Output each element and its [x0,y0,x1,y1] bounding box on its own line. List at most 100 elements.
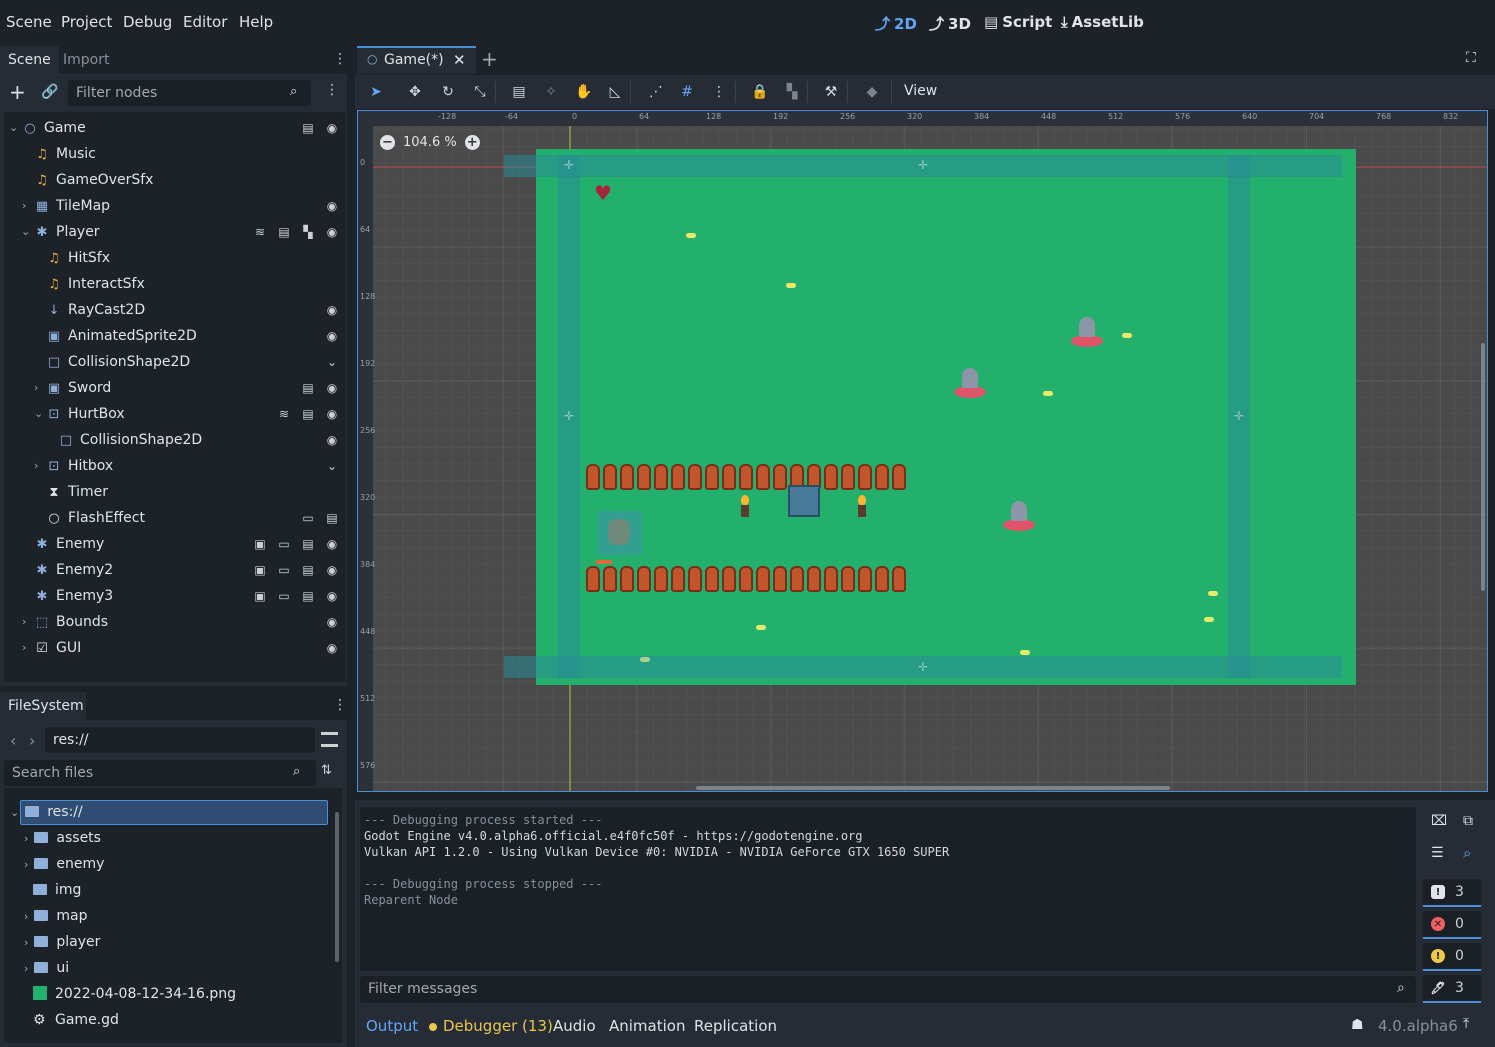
script-icon[interactable]: ▤ [300,120,316,136]
file-row-res[interactable]: ⌄ res:// [10,799,83,825]
script-icon[interactable]: ▤ [300,380,316,396]
add-scene-tab-icon[interactable]: + [481,47,498,71]
tree-node-enemy3[interactable]: ✱ Enemy3 ▣ ▭ ▤ ◉ [34,583,340,609]
bone-icon[interactable]: ⚒ [822,83,840,101]
vertical-scrollbar[interactable] [1481,343,1485,591]
tab-filesystem[interactable]: FileSystem [0,692,86,720]
tree-node-animatedsprite2d[interactable]: ▣ AnimatedSprite2D ◉ [46,323,340,349]
horizontal-scrollbar[interactable] [696,786,1170,790]
tree-node-bounds[interactable]: › ⬚ Bounds ◉ [4,609,340,635]
split-mode-icon[interactable] [321,732,338,747]
list-select-icon[interactable]: ▤ [510,83,528,101]
scene-menu-icon[interactable]: ⋮ [325,82,339,98]
collapse-duplicates-icon[interactable]: ☰ [1431,845,1444,861]
file-row-png[interactable]: 2022-04-08-12-34-16.png [33,981,236,1007]
clapper-icon[interactable]: ▭ [276,588,292,604]
close-icon[interactable]: ✕ [453,51,466,69]
workspace-3d-button[interactable]: ⤴ 3D [929,13,971,34]
tab-replication[interactable]: Replication [694,1017,777,1035]
search-files-input[interactable]: Search files [4,760,316,786]
visibility-icon[interactable]: ◉ [324,120,340,136]
script-icon[interactable]: ▤ [324,510,340,526]
add-node-icon[interactable]: + [9,82,26,102]
instance-icon[interactable]: ▣ [252,562,268,578]
canvas-viewport[interactable]: ✛ ✛ ✛ ✛ ✛ ♥ -128 -64 0 64 128 192 256 32… [357,110,1488,792]
filter-messages-input[interactable]: Filter messages [360,976,1416,1003]
workspace-script-button[interactable]: ▤ Script [984,13,1052,31]
enemy-stone[interactable] [1003,501,1035,531]
expand-icon[interactable]: › [22,609,26,635]
visibility-icon[interactable]: ◉ [324,588,340,604]
scale-tool-icon[interactable]: ⤡ [471,83,489,101]
player-sprite[interactable] [598,511,642,555]
group-icon[interactable]: ▚ [783,83,801,101]
menu-help[interactable]: Help [239,13,273,31]
sort-icon[interactable]: ⇅ [321,763,332,778]
more-options-icon[interactable]: ⋮ [710,83,728,101]
tab-scene[interactable]: Scene [0,46,59,74]
back-icon[interactable]: ‹ [10,731,16,750]
signal-icon[interactable]: ≋ [276,406,292,422]
workspace-assetlib-button[interactable]: ⤓ AssetLib [1061,13,1144,31]
link-icon[interactable]: 🔗 [41,84,58,100]
expand-icon[interactable]: › [34,375,38,401]
move-tool-icon[interactable]: ✥ [406,83,424,101]
tab-audio[interactable]: Audio [553,1017,596,1035]
script-icon[interactable]: ▤ [300,536,316,552]
tab-game-scene[interactable]: ○ Game(*) ✕ [357,46,476,74]
filter-nodes-input[interactable]: Filter nodes [68,80,311,106]
file-row-ui[interactable]: › ui [24,955,69,981]
tree-node-hitbox[interactable]: › ⊡ Hitbox ⌄ [4,453,340,479]
visibility-icon[interactable]: ◉ [324,536,340,552]
clapper-icon[interactable]: ▭ [276,536,292,552]
expand-icon[interactable]: › [24,832,28,845]
visibility-icon[interactable]: ◉ [324,302,340,318]
select-tool-icon[interactable]: ➤ [367,83,385,101]
file-row-enemy[interactable]: › enemy [24,851,104,877]
tree-node-player[interactable]: ⌄ ✱ Player ≋ ▤ ▚ ◉ [4,219,340,245]
tree-node-enemy2[interactable]: ✱ Enemy2 ▣ ▭ ▤ ◉ [34,557,340,583]
enemy-stone[interactable] [1071,317,1103,347]
tree-node-gameoversfx[interactable]: ♫ GameOverSfx [34,167,153,193]
forward-icon[interactable]: › [29,731,35,750]
tab-import[interactable]: Import [55,46,117,74]
tree-node-tilemap[interactable]: › ▦ TileMap ◉ [4,193,340,219]
tree-node-flasheffect[interactable]: ○ FlashEffect ▭ ▤ [46,505,340,531]
visibility-icon[interactable]: ◉ [324,432,340,448]
signal-icon[interactable]: ≋ [252,224,268,240]
collapse-icon[interactable]: ⌄ [34,401,43,427]
ruler-tool-icon[interactable]: ◺ [606,83,624,101]
rotate-tool-icon[interactable]: ↻ [439,83,457,101]
file-row-img[interactable]: img [33,877,81,903]
fullscreen-icon[interactable]: ⛶ [1466,50,1476,66]
menu-debug[interactable]: Debug [123,13,172,31]
tab-debugger[interactable]: Debugger (13) [443,1017,553,1035]
zoom-in-icon[interactable]: + [464,135,480,150]
visibility-icon[interactable]: ◉ [324,328,340,344]
tree-node-hurtbox[interactable]: ⌄ ⊡ HurtBox ≋ ▤ ◉ [4,401,340,427]
clapper-icon[interactable]: ▭ [276,562,292,578]
zoom-out-icon[interactable]: − [380,135,395,150]
tree-node-hurtbox-collisionshape2d[interactable]: □ CollisionShape2D ◉ [58,427,340,453]
menu-editor[interactable]: Editor [183,13,227,31]
tree-node-hitsfx[interactable]: ♫ HitSfx [46,245,110,271]
visibility-icon[interactable]: ◉ [324,562,340,578]
filter-errors-toggle[interactable]: ✕ 0 [1423,911,1481,939]
expand-icon[interactable]: › [24,910,28,923]
pan-tool-icon[interactable]: ✋ [575,83,593,101]
expand-icon[interactable]: › [34,453,38,479]
dock-menu-icon[interactable]: ⋮ [333,697,347,713]
menu-scene[interactable]: Scene [6,13,52,31]
treasure-chest[interactable] [788,485,820,517]
group-icon[interactable]: ▚ [300,224,316,240]
file-row-assets[interactable]: › assets [24,825,101,851]
chevron-down-icon[interactable]: ⌄ [324,458,340,474]
collapse-icon[interactable]: ⌄ [10,806,19,819]
file-row-map[interactable]: › map [24,903,88,929]
scrollbar[interactable] [335,812,339,962]
visibility-icon[interactable]: ◉ [324,614,340,630]
filter-editor-toggle[interactable]: 🖊 3 [1423,975,1481,1003]
tree-node-collisionshape2d[interactable]: □ CollisionShape2D ⌄ [46,349,340,375]
clapper-icon[interactable]: ▭ [300,510,316,526]
grid-snap-icon[interactable]: # [678,83,696,101]
